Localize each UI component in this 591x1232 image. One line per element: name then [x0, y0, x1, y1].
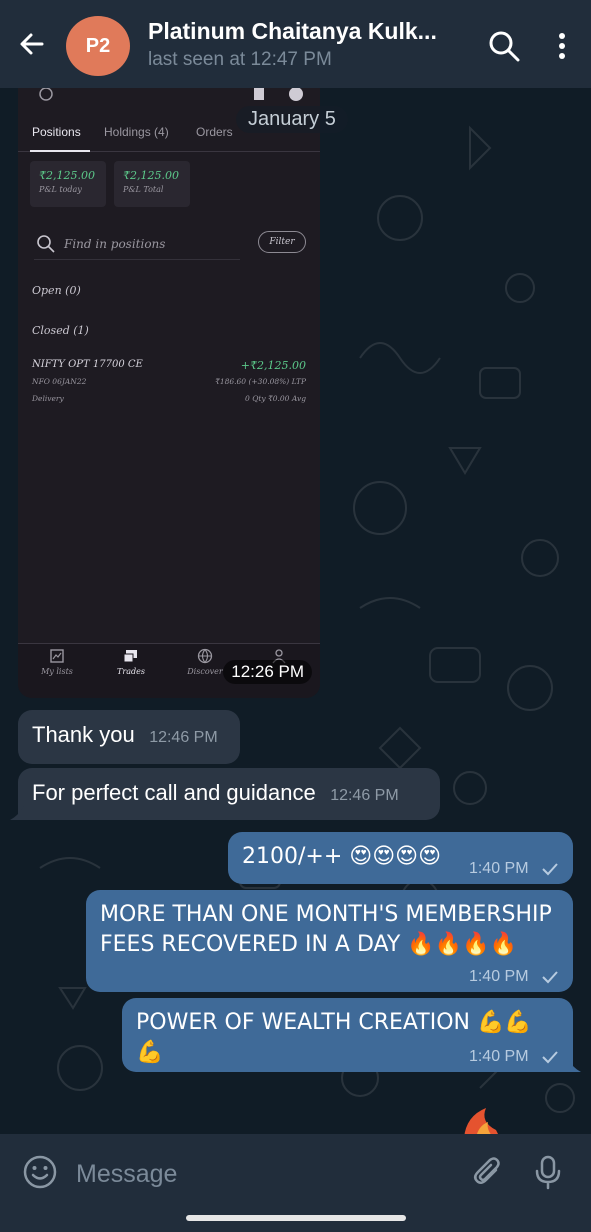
position-type: Delivery — [32, 394, 64, 403]
message-input[interactable] — [76, 1154, 456, 1194]
message-bubble-incoming[interactable]: Thank you 12:46 PM — [18, 710, 240, 764]
message-text: 2100/++ 😍😍😍😍 — [242, 844, 441, 869]
screenshot-tab-holdings: Holdings (4) — [104, 125, 169, 139]
fire-sticker-icon — [464, 1108, 500, 1138]
last-seen-status: last seen at 12:47 PM — [148, 49, 332, 70]
pl-today-label: P&L today — [39, 185, 82, 194]
search-button[interactable] — [486, 28, 522, 64]
message-time: 12:46 PM — [330, 787, 399, 804]
screenshot-profile-icon — [254, 88, 264, 100]
message-bubble-outgoing[interactable]: MORE THAN ONE MONTH'S MEMBERSHIP FEES RE… — [86, 890, 573, 992]
screenshot-nav-discover-label: Discover — [187, 667, 223, 676]
read-check-icon — [542, 971, 558, 984]
screenshot-tab-orders: Orders — [196, 125, 233, 139]
mic-icon — [535, 1155, 561, 1190]
chart-icon — [50, 649, 64, 663]
message-text: Thank you — [32, 722, 135, 747]
position-exchange: NFO 06JAN22 — [32, 377, 87, 386]
position-ltp: ₹186.60 (+30.08%) LTP — [215, 377, 306, 386]
screenshot-nav-mylists-label: My lists — [41, 667, 73, 676]
search-icon — [489, 31, 520, 62]
read-check-icon — [542, 863, 558, 876]
screenshot-nav-trades-label: Trades — [117, 667, 145, 676]
pl-total-label: P&L Total — [123, 185, 164, 194]
message-time-row: 1:40 PM — [469, 860, 559, 878]
message-bubble-incoming[interactable]: For perfect call and guidance 12:46 PM — [10, 768, 440, 820]
mic-button[interactable] — [530, 1154, 566, 1190]
screenshot-closed-label: Closed (1) — [32, 324, 89, 337]
position-name: NIFTY OPT 17700 CE — [32, 359, 143, 370]
emoji-button[interactable] — [22, 1154, 58, 1190]
more-vertical-icon — [559, 33, 565, 59]
bubble-tail — [10, 806, 24, 820]
message-time: 1:40 PM — [468, 1048, 529, 1065]
pl-today-card: ₹2,125.00 P&L today — [30, 161, 106, 207]
chat-title: Platinum Chaitanya Kulk... — [148, 18, 437, 44]
pl-total-value: ₹2,125.00 — [123, 169, 179, 182]
bubble-tail — [567, 1058, 581, 1072]
message-bubble-outgoing[interactable]: POWER OF WEALTH CREATION 💪💪💪 1:40 PM — [122, 998, 581, 1072]
screenshot-help-icon — [289, 88, 303, 101]
avatar[interactable]: P2 — [66, 16, 130, 76]
message-time-row: 1:40 PM — [469, 1048, 559, 1066]
home-indicator — [186, 1215, 406, 1221]
screenshot-nav-mylists: My lists — [22, 648, 92, 676]
screenshot-find-placeholder: Find in positions — [64, 237, 166, 251]
chat-header: P2 Platinum Chaitanya Kulk... last seen … — [0, 0, 591, 88]
pl-today-value: ₹2,125.00 — [39, 169, 95, 182]
back-arrow-icon — [20, 33, 44, 55]
screenshot-nav-trades: Trades — [96, 648, 166, 676]
screenshot-find-row: Find in positions — [34, 230, 240, 260]
message-text: For perfect call and guidance — [32, 780, 316, 805]
message-text: MORE THAN ONE MONTH'S MEMBERSHIP FEES RE… — [100, 902, 552, 957]
screenshot-tab-underline — [30, 150, 90, 152]
chat-title-block[interactable]: Platinum Chaitanya Kulk... last seen at … — [148, 18, 478, 71]
globe-icon — [197, 648, 213, 664]
message-time: 1:40 PM — [468, 968, 529, 985]
trading-app-screenshot: Positions Holdings (4) Orders ₹2,125.00 … — [18, 88, 320, 698]
more-menu-button[interactable] — [546, 28, 578, 64]
trades-icon — [123, 650, 137, 663]
message-time: 1:40 PM — [468, 860, 529, 877]
message-time: 12:46 PM — [149, 729, 218, 746]
screenshot-open-label: Open (0) — [32, 284, 81, 297]
screenshot-find-icon — [37, 235, 55, 253]
screenshot-search-icon — [39, 88, 53, 101]
position-qty: 0 Qty ₹0.00 Avg — [245, 394, 306, 403]
attach-icon — [474, 1157, 500, 1184]
message-bubble-outgoing[interactable]: 2100/++ 😍😍😍😍 1:40 PM — [228, 832, 573, 884]
photo-message-time: 12:26 PM — [223, 660, 312, 684]
screenshot-tab-positions: Positions — [32, 125, 81, 139]
attach-button[interactable] — [470, 1154, 506, 1190]
date-separator: January 5 — [236, 106, 348, 133]
screenshot-filter-button: Filter — [258, 231, 306, 253]
read-check-icon — [542, 1051, 558, 1064]
back-button[interactable] — [14, 26, 50, 62]
message-time-row: 1:40 PM — [469, 968, 559, 986]
pl-total-card: ₹2,125.00 P&L Total — [114, 161, 190, 207]
position-pnl: +₹2,125.00 — [240, 359, 306, 372]
photo-message[interactable]: Positions Holdings (4) Orders ₹2,125.00 … — [18, 88, 320, 698]
emoji-icon — [23, 1155, 57, 1189]
